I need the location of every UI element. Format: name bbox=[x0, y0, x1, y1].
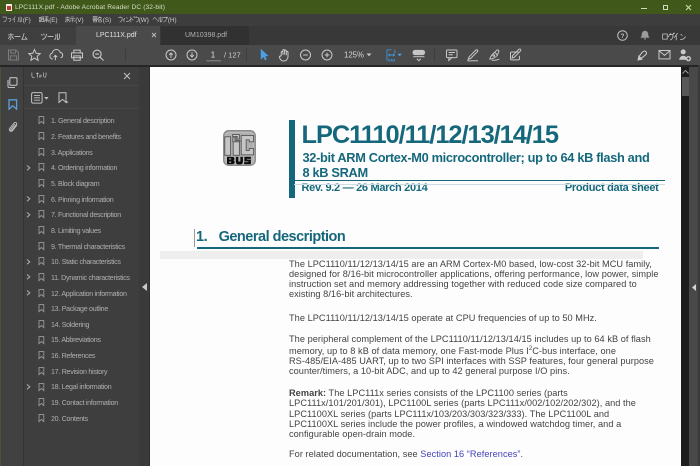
svg-text:(W): (W) bbox=[139, 17, 149, 24]
svg-text:(V): (V) bbox=[75, 17, 83, 24]
svg-text:(F): (F) bbox=[23, 17, 31, 24]
svg-text:(S): (S) bbox=[103, 17, 111, 24]
svg-text:(E): (E) bbox=[49, 17, 57, 24]
